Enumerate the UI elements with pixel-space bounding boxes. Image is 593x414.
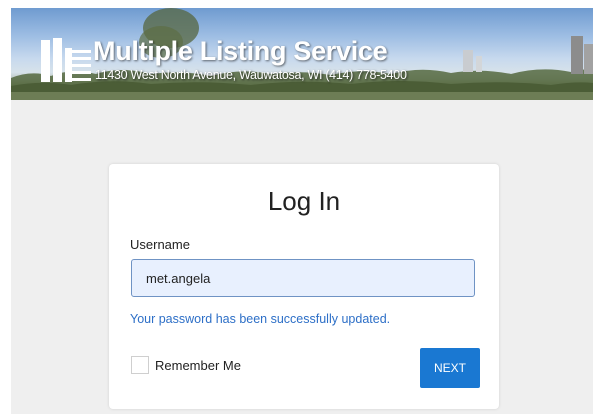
status-message: Your password has been successfully upda… xyxy=(130,312,391,326)
banner-title: Multiple Listing Service xyxy=(93,36,388,66)
header-banner: Multiple Listing Service 11430 West Nort… xyxy=(11,8,593,100)
page: Multiple Listing Service 11430 West Nort… xyxy=(0,0,593,414)
remember-me-label[interactable]: Remember Me xyxy=(155,358,241,373)
mls-building-logo-icon xyxy=(41,38,91,82)
remember-me-control[interactable]: Remember Me xyxy=(131,356,241,374)
username-input[interactable] xyxy=(131,259,475,297)
banner-address: 11430 West North Avenue, Wauwatosa, WI (… xyxy=(95,68,407,82)
page-title: Log In xyxy=(267,186,341,216)
username-label: Username xyxy=(130,237,190,252)
remember-me-checkbox[interactable] xyxy=(131,356,149,374)
login-card: Log In Username Your password has been s… xyxy=(109,164,499,409)
next-button[interactable]: NEXT xyxy=(420,348,480,388)
